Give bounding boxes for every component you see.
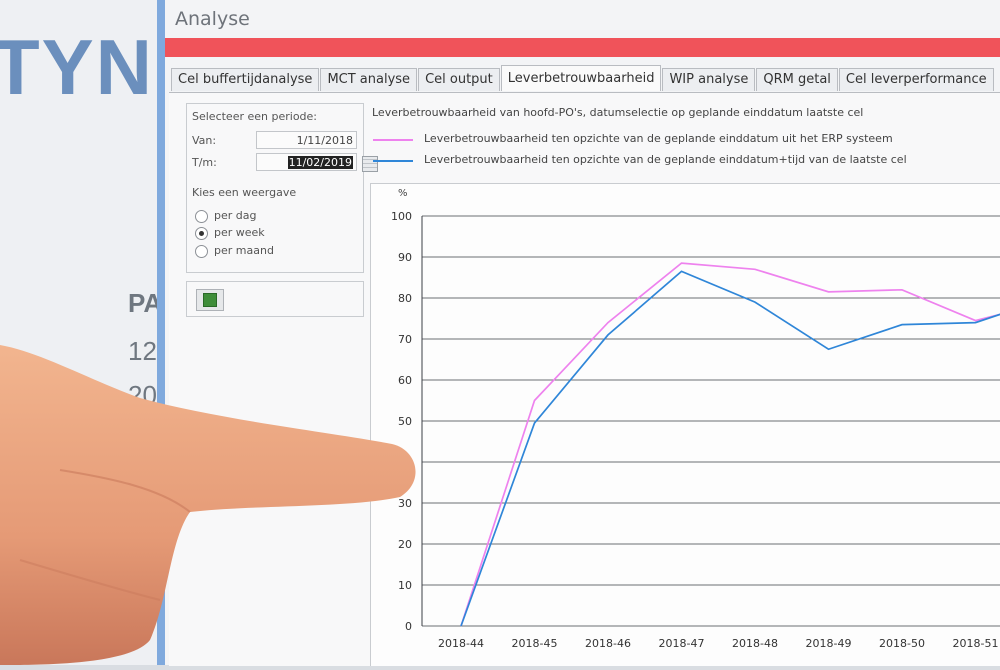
y-tick-label: 10 <box>398 579 412 592</box>
chart-title: Leverbetrouwbaarheid van hoofd-PO's, dat… <box>372 106 864 119</box>
from-label: Van: <box>192 134 217 147</box>
background-slide: TYN PA 12 20 De <box>0 0 160 665</box>
radio-per-week[interactable] <box>195 227 208 240</box>
window-title: Analyse <box>175 8 250 30</box>
to-date-value: 11/02/2019 <box>287 156 353 169</box>
radio-per-maand[interactable] <box>195 245 208 258</box>
tab-leverbetrouwbaarheid[interactable]: Leverbetrouwbaarheid <box>500 65 662 91</box>
tab-wip-analyse[interactable]: WIP analyse <box>662 68 756 91</box>
background-text-2: 12 <box>128 336 157 366</box>
radio-label-per-maand: per maand <box>214 244 274 257</box>
y-tick-label: 20 <box>398 538 412 551</box>
tab-qrm-getal[interactable]: QRM getal <box>756 68 838 91</box>
y-tick-label: 70 <box>398 333 412 346</box>
x-tick-label: 2018-49 <box>806 637 852 650</box>
tab-cel-leverperformance[interactable]: Cel leverperformance <box>838 68 994 91</box>
radio-label-per-dag: per dag <box>214 209 257 222</box>
period-group-label: Selecteer een periode: <box>192 110 318 123</box>
y-tick-label: 100 <box>391 210 412 223</box>
legend-label-laatste-cel: Leverbetrouwbaarheid ten opzichte van de… <box>424 153 907 166</box>
x-tick-label: 2018-48 <box>732 637 778 650</box>
tab-bar: Cel buffertijdanalyse MCT analyse Cel ou… <box>171 65 995 92</box>
legend-label-erp: Leverbetrouwbaarheid ten opzichte van de… <box>424 132 893 145</box>
y-tick-label: 30 <box>398 497 412 510</box>
y-tick-label: 50 <box>398 415 412 428</box>
calendar-icon[interactable] <box>362 156 378 172</box>
radio-per-dag[interactable] <box>195 210 208 223</box>
x-tick-label: 2018-46 <box>585 637 631 650</box>
y-tick-label: 80 <box>398 292 412 305</box>
accent-bar <box>165 38 1000 57</box>
x-tick-label: 2018-47 <box>659 637 705 650</box>
x-tick-label: 2018-45 <box>512 637 558 650</box>
y-tick-label: 90 <box>398 251 412 264</box>
legend-swatch-laatste-cel <box>373 160 413 162</box>
y-tick-label: 60 <box>398 374 412 387</box>
line-chart: % 0 10 20 30 40 50 60 70 80 90 100 2018-44 2018-45 20… <box>391 188 1000 650</box>
x-tick-label: 2018-51 <box>953 637 999 650</box>
tab-cel-buffertijdanalyse[interactable]: Cel buffertijdanalyse <box>171 68 320 91</box>
series-line-2 <box>460 270 1000 627</box>
y-tick-label: 0 <box>405 620 412 633</box>
background-text-1: PA <box>128 288 160 318</box>
view-group-label: Kies een weergave <box>192 186 297 199</box>
tab-mct-analyse[interactable]: MCT analyse <box>320 68 418 91</box>
y-axis-unit-label: % <box>398 188 408 199</box>
x-tick-label: 2018-50 <box>879 637 925 650</box>
window-left-border <box>157 0 165 665</box>
chart-area: % 0 10 20 30 40 50 60 70 80 90 100 2018-44 2018-45 20… <box>370 183 1000 666</box>
x-tick-label: 2018-44 <box>438 637 484 650</box>
excel-export-button[interactable] <box>196 289 224 311</box>
background-text-4: De <box>128 516 160 546</box>
to-date-field[interactable]: 11/02/2019 <box>256 153 357 171</box>
y-tick-label: 40 <box>398 456 412 469</box>
legend-swatch-erp <box>373 139 413 141</box>
series-line-1 <box>460 262 1000 627</box>
background-heading: TYN <box>0 23 154 111</box>
tab-cel-output[interactable]: Cel output <box>418 68 500 91</box>
background-text-3: 20 <box>128 380 157 410</box>
radio-label-per-week: per week <box>214 226 265 239</box>
to-label: T/m: <box>192 156 217 169</box>
from-date-field[interactable]: 1/11/2018 <box>256 131 357 149</box>
